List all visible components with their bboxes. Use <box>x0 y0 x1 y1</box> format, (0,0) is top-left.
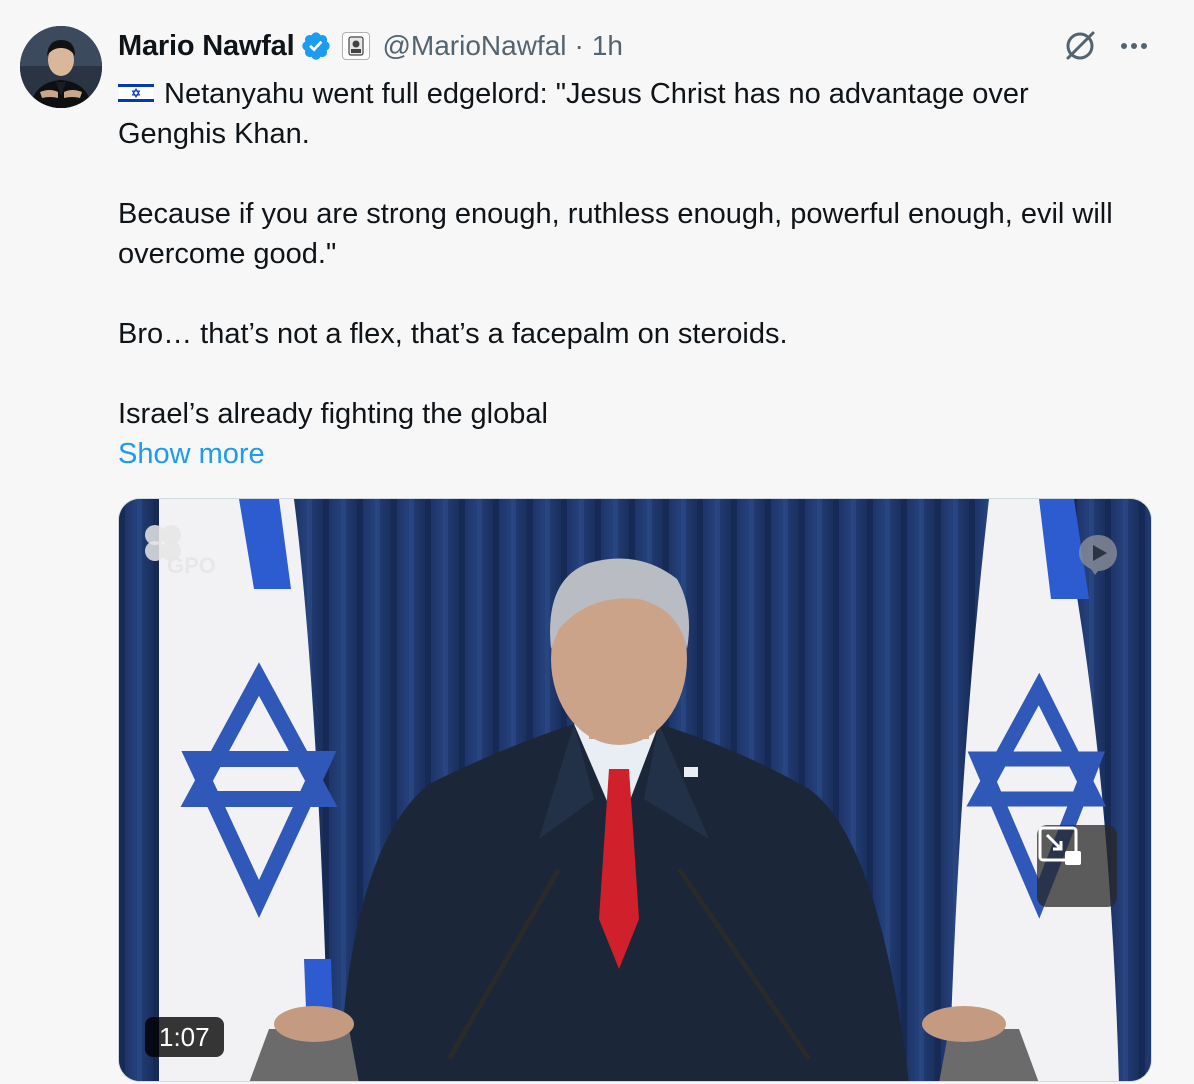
tweet-timestamp[interactable]: 1h <box>592 30 623 62</box>
channel-logo-icon <box>1075 531 1121 577</box>
separator-dot: · <box>574 30 584 61</box>
tweet-paragraph: Netanyahu went full edgelord: "Jesus Chr… <box>117 74 1138 154</box>
tweet-line-2: Because if you are strong enough, ruthle… <box>118 198 1113 270</box>
gpo-watermark-text: GPO <box>167 553 216 578</box>
video-frame <box>119 499 1151 1081</box>
verified-badge-icon[interactable] <box>300 30 332 62</box>
avatar[interactable] <box>20 26 102 108</box>
tweet-line-3: Bro… that’s not a flex, that’s a facepal… <box>118 318 788 350</box>
video-player[interactable]: GPO 1:07 <box>118 498 1152 1082</box>
gpo-watermark: GPO <box>137 519 247 581</box>
tweet-line-4: Israel’s already fighting the global <box>118 398 548 430</box>
show-more-link[interactable]: Show more <box>118 434 265 474</box>
author-display-name[interactable]: Mario Nawfal <box>118 30 295 63</box>
affiliate-badge-icon[interactable] <box>342 32 371 60</box>
israel-flag-icon <box>117 75 155 105</box>
tweet-header: Mario Nawfal @MarioNawfal · 1h <box>118 28 623 64</box>
author-handle[interactable]: @MarioNawfal <box>382 30 566 62</box>
tweet-card[interactable]: Mario Nawfal @MarioNawfal · 1h Netanyahu… <box>0 0 1194 1084</box>
grok-icon[interactable] <box>1062 28 1098 64</box>
more-options-icon[interactable] <box>1116 30 1152 62</box>
tweet-line-1: Netanyahu went full edgelord: "Jesus Chr… <box>118 78 1029 150</box>
picture-in-picture-icon[interactable] <box>1037 825 1117 907</box>
tweet-text: Netanyahu went full edgelord: "Jesus Chr… <box>117 74 1138 434</box>
video-duration: 1:07 <box>145 1017 224 1057</box>
